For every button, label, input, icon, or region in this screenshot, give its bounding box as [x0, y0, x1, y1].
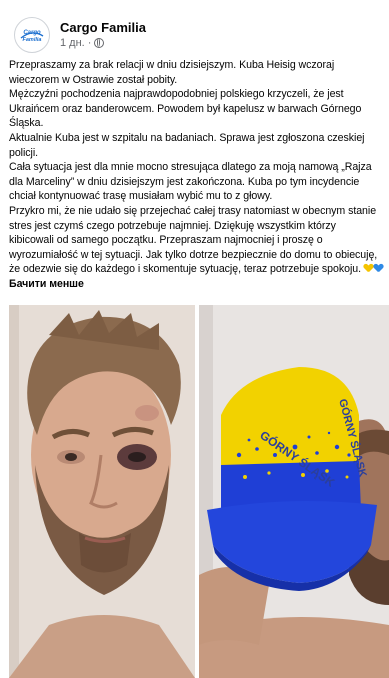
post-paragraph-4: Cała sytuacja jest dla mnie mocno stresu…: [9, 161, 375, 203]
bucket-hat-photo-image: GÓRNY ŚLĄSK GÓRNY ŚLĄSK: [199, 305, 389, 678]
cargo-familia-logo-icon: Cargo Familia: [17, 20, 47, 50]
post-paragraph-2: Mężczyźni pochodzenia najprawdopodobniej…: [9, 88, 365, 130]
post-text: Przepraszamy za brak relacji w dniu dzis…: [9, 58, 383, 292]
post-timestamp[interactable]: 1 дн.: [60, 36, 85, 50]
see-less-link[interactable]: Бачити менше: [9, 278, 84, 290]
page-avatar[interactable]: Cargo Familia: [14, 17, 50, 53]
page-name-link[interactable]: Cargo Familia: [60, 20, 146, 36]
post-header: Cargo Familia Cargo Familia 1 дн. ·: [14, 14, 146, 56]
post-paragraph-3: Aktualnie Kuba jest w szpitalu na badani…: [9, 131, 368, 159]
blue-heart-icon: [374, 264, 383, 273]
photo-hat[interactable]: GÓRNY ŚLĄSK GÓRNY ŚLĄSK: [199, 305, 389, 678]
facebook-post: Cargo Familia Cargo Familia 1 дн. · Prze…: [0, 0, 389, 678]
svg-text:Familia: Familia: [23, 37, 42, 43]
injured-man-photo-image: [9, 305, 195, 678]
photo-grid: GÓRNY ŚLĄSK GÓRNY ŚLĄSK: [9, 305, 389, 678]
svg-text:Cargo: Cargo: [23, 30, 41, 36]
hearts-emoji: [364, 264, 383, 273]
yellow-heart-icon: [364, 264, 373, 273]
separator-dot: ·: [87, 37, 92, 49]
globe-icon[interactable]: [94, 38, 105, 48]
photo-face[interactable]: [9, 305, 195, 678]
post-paragraph-5: Przykro mi, że nie udało się przejechać …: [9, 204, 381, 276]
post-paragraph-1: Przepraszamy za brak relacji w dniu dzis…: [9, 59, 338, 86]
